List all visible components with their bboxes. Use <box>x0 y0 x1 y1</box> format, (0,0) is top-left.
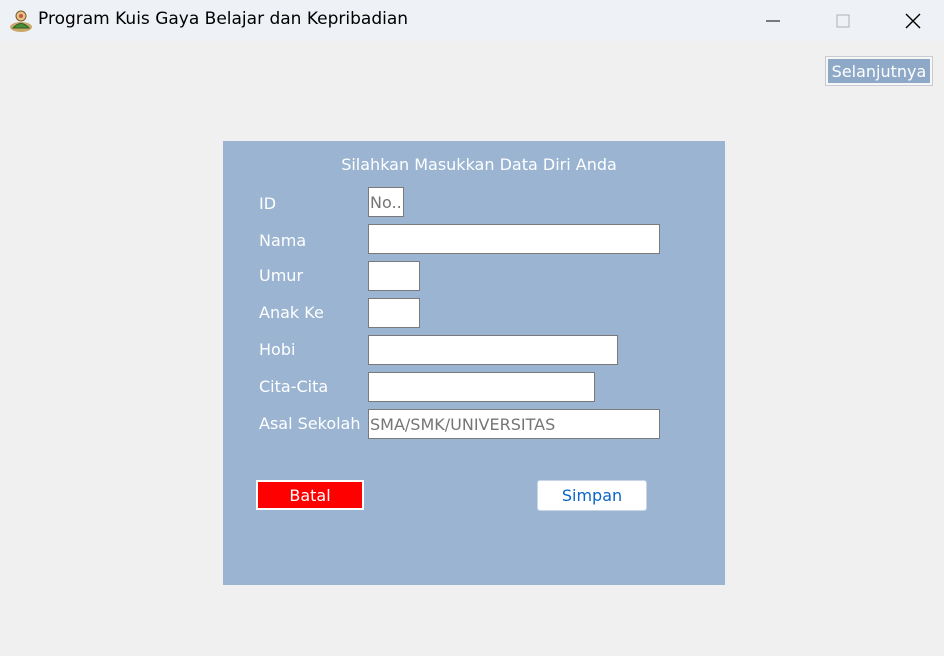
close-icon <box>905 13 921 28</box>
window-title: Program Kuis Gaya Belajar dan Kepribadia… <box>38 9 409 29</box>
hobi-label: Hobi <box>259 340 296 359</box>
maximize-icon <box>836 14 850 27</box>
next-button-label: Selanjutnya <box>828 59 930 83</box>
minimize-button[interactable] <box>738 0 808 41</box>
cita-cita-input[interactable] <box>368 372 595 402</box>
minimize-icon <box>766 20 780 21</box>
personal-data-panel: Silahkan Masukkan Data Diri Anda ID Nama… <box>223 141 725 585</box>
maximize-button[interactable] <box>808 0 878 41</box>
form-heading: Silahkan Masukkan Data Diri Anda <box>341 155 617 174</box>
title-bar: Program Kuis Gaya Belajar dan Kepribadia… <box>0 0 944 41</box>
cancel-button[interactable]: Batal <box>256 480 364 510</box>
save-button[interactable]: Simpan <box>537 480 647 511</box>
hobi-input[interactable] <box>368 335 618 365</box>
id-label: ID <box>259 194 277 213</box>
id-input[interactable] <box>368 187 404 217</box>
asal-sekolah-label: Asal Sekolah <box>259 414 361 433</box>
app-icon <box>8 7 34 33</box>
cita-cita-label: Cita-Cita <box>259 377 329 396</box>
nama-input[interactable] <box>368 224 660 254</box>
next-button[interactable]: Selanjutnya <box>825 56 933 86</box>
close-button[interactable] <box>878 0 944 41</box>
anak-ke-label: Anak Ke <box>259 303 324 322</box>
anak-ke-input[interactable] <box>368 298 420 328</box>
asal-sekolah-input[interactable] <box>368 409 660 439</box>
nama-label: Nama <box>259 231 307 250</box>
umur-label: Umur <box>259 266 304 285</box>
umur-input[interactable] <box>368 261 420 291</box>
